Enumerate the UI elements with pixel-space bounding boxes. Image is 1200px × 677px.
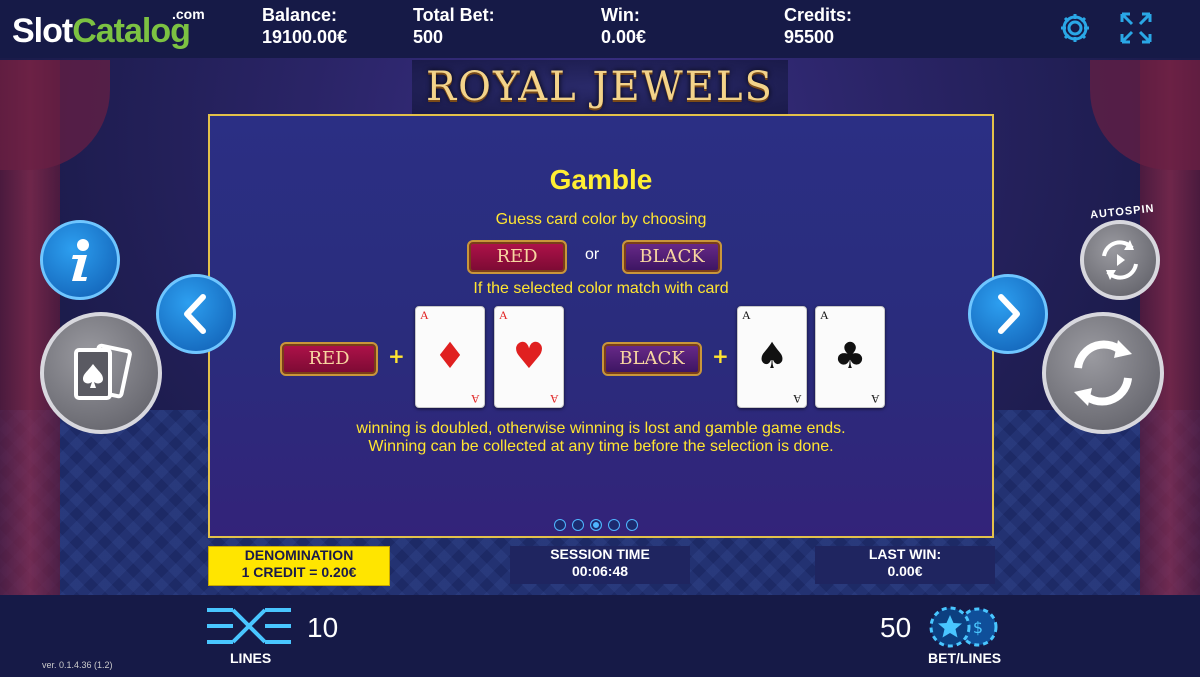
version-text: ver. 0.1.4.36 (1.2): [42, 660, 113, 670]
site-logo: SlotCatalog .com: [12, 6, 205, 50]
autospin-icon: [1102, 240, 1138, 280]
card-ace-spades: A ♠ A: [737, 306, 807, 408]
card-ace-clubs: A ♣ A: [815, 306, 885, 408]
info-icon: [72, 239, 89, 281]
info-button[interactable]: [40, 220, 120, 300]
red-example-label: RED: [280, 342, 378, 376]
page-dot-3[interactable]: [590, 519, 602, 531]
instruction-line-3: winning is doubled, otherwise winning is…: [356, 420, 846, 437]
or-text: or: [585, 246, 600, 263]
page-indicator: [554, 516, 644, 535]
plus-sign-red: +: [388, 344, 405, 368]
game-title: ROYAL JEWELS: [412, 60, 788, 114]
red-choice-label: RED: [467, 240, 567, 274]
page-dot-5[interactable]: [626, 519, 638, 531]
svg-text:$: $: [973, 618, 983, 637]
card-ace-hearts: A ♥ A: [494, 306, 564, 408]
cards-icon: [74, 343, 132, 400]
spin-icon: [1074, 340, 1132, 406]
instruction-line-4: Winning can be collected at any time bef…: [368, 438, 834, 455]
gear-icon[interactable]: [1057, 10, 1093, 46]
page-dot-4[interactable]: [608, 519, 620, 531]
credits-display: Credits: 95500: [784, 5, 853, 47]
total-bet-display: Total Bet: 500: [413, 5, 495, 47]
denomination-box[interactable]: DENOMINATION 1 CREDIT = 0.20€: [208, 546, 390, 586]
page-dot-2[interactable]: [572, 519, 584, 531]
prev-page-button[interactable]: [156, 274, 236, 354]
next-page-button[interactable]: [968, 274, 1048, 354]
last-win-box: LAST WIN: 0.00€: [815, 546, 995, 584]
bottom-bar: [0, 595, 1200, 677]
instruction-line-2: If the selected color match with card: [473, 280, 729, 297]
top-bar: SlotCatalog .com Balance: 19100.00€ Tota…: [0, 0, 1200, 58]
spin-button[interactable]: [1042, 312, 1164, 434]
chevron-left-icon: [184, 294, 206, 334]
plus-sign-black: +: [712, 344, 729, 368]
chevron-right-icon: [998, 294, 1020, 334]
win-display: Win: 0.00€: [601, 5, 647, 47]
lines-value: 10: [307, 612, 339, 643]
panel-heading: Gamble: [549, 164, 653, 195]
card-ace-diamonds: A ♦ A: [415, 306, 485, 408]
gamble-button[interactable]: [40, 312, 162, 434]
bet-lines-value: 50: [880, 612, 912, 643]
lines-label: LINES: [230, 650, 272, 666]
black-choice-label: BLACK: [622, 240, 722, 274]
page-dot-1[interactable]: [554, 519, 566, 531]
fullscreen-icon[interactable]: [1118, 10, 1154, 46]
session-time-box: SESSION TIME 00:06:48: [510, 546, 690, 584]
autospin-button[interactable]: [1080, 220, 1160, 300]
gamble-info-panel: Gamble Guess card color by choosing RED …: [208, 114, 994, 538]
lines-icon[interactable]: [205, 606, 293, 646]
chips-icon[interactable]: $: [928, 606, 998, 648]
balance-display: Balance: 19100.00€: [262, 5, 348, 47]
black-example-label: BLACK: [602, 342, 702, 376]
bet-lines-label: BET/LINES: [928, 650, 1002, 666]
instruction-line-1: Guess card color by choosing: [495, 211, 707, 228]
